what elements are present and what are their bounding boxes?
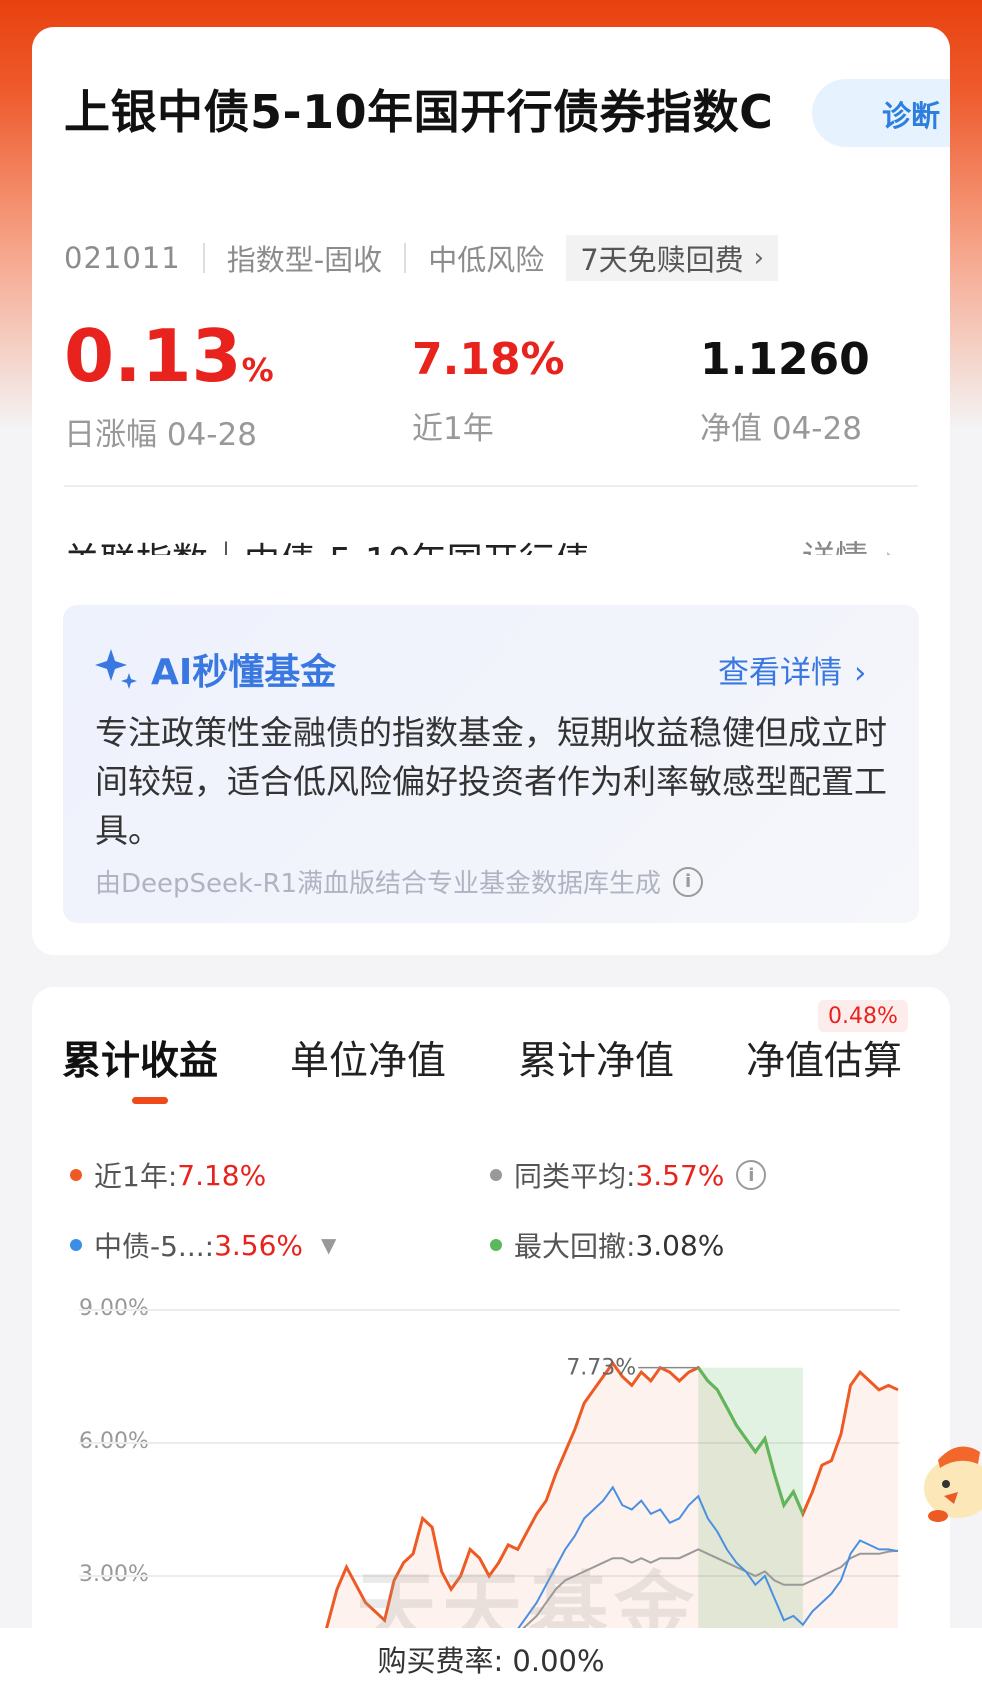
fund-title: 上银中债5-10年国开行债券指数C [64,85,774,139]
year-return-label: 近1年 [412,411,494,447]
fund-risk: 中低风险 [428,243,545,277]
fund-code: 021011 [64,241,181,275]
daily-change-label: 日涨幅 04-28 [64,417,257,453]
legend-dot [490,1239,502,1251]
nav-label: 净值 04-28 [700,411,862,447]
meta-separator [202,243,205,273]
chevron-right-icon: › [854,655,867,691]
ai-summary-box[interactable]: AI秒懂基金 查看详情 › 专注政策性金融债的指数基金，短期收益稳健但成立时间较短… [63,605,919,923]
nav-value: 1.1260 [700,334,870,385]
fund-meta-row: 021011 指数型-固收 中低风险 7天免赎回费 › [64,235,779,281]
legend-max-drawdown: 最大回撤: 3.08% [490,1225,724,1265]
fee-tag-label: 7天免赎回费 [580,243,744,277]
daily-change-stat: 0.13% 日涨幅 04-28 [64,317,274,454]
sparkle-icon [95,649,137,689]
daily-change-value: 0.13% [64,314,274,398]
meta-separator [404,243,407,273]
ai-summary-title: AI秒懂基金 [151,652,337,693]
estimate-badge: 0.48% [818,1000,908,1032]
legend-fund[interactable]: 近1年: 7.18% [70,1155,266,1195]
ai-view-details-link[interactable]: 查看详情 › [718,647,866,692]
bottom-fee-bar: 购买费率: 0.00% [0,1628,982,1690]
mascot-icon[interactable] [918,1430,982,1530]
ai-source-note: 由DeepSeek-R1满血版结合专业基金数据库生成 i [95,863,704,900]
chevron-right-icon: › [753,243,765,273]
year-return-stat: 7.18% 近1年 [412,327,565,448]
ai-summary-text: 专注政策性金融债的指数基金，短期收益稳健但成立时间较短，适合低风险偏好投资者作为… [95,713,887,850]
fee-tag[interactable]: 7天免赎回费 › [566,235,779,281]
info-icon[interactable]: i [673,866,704,897]
fund-category: 指数型-固收 [226,243,383,277]
caret-down-icon[interactable]: ▼ [321,1233,336,1257]
legend-dot [490,1169,502,1181]
legend-dot [70,1239,82,1251]
tab-unit-nav[interactable]: 单位净值 [290,1030,446,1086]
nav-stat: 1.1260 净值 04-28 [700,327,870,448]
tab-nav-estimate[interactable]: 净值估算 [746,1030,902,1086]
tab-cumulative-nav[interactable]: 累计净值 [518,1030,674,1086]
year-return-value: 7.18% [412,334,565,385]
active-tab-indicator [132,1097,168,1104]
fund-info-card: 上银中债5-10年国开行债券指数C 诊断 021011 指数型-固收 中低风险 … [32,27,950,602]
divider [64,485,918,487]
legend-index[interactable]: 中债-5...: 3.56% ▼ [70,1225,336,1265]
purchase-fee-text: 购买费率: 0.00% [377,1644,605,1678]
diagnose-label: 诊断 [882,99,941,133]
tab-cumulative-return[interactable]: 累计收益 [62,1030,218,1086]
legend-peer-average[interactable]: 同类平均: 3.57% i [490,1155,767,1195]
info-icon[interactable]: i [736,1160,767,1190]
diagnose-button[interactable]: 诊断 [812,79,950,147]
peak-label: 7.73% [566,1356,636,1381]
legend-dot [70,1169,82,1181]
